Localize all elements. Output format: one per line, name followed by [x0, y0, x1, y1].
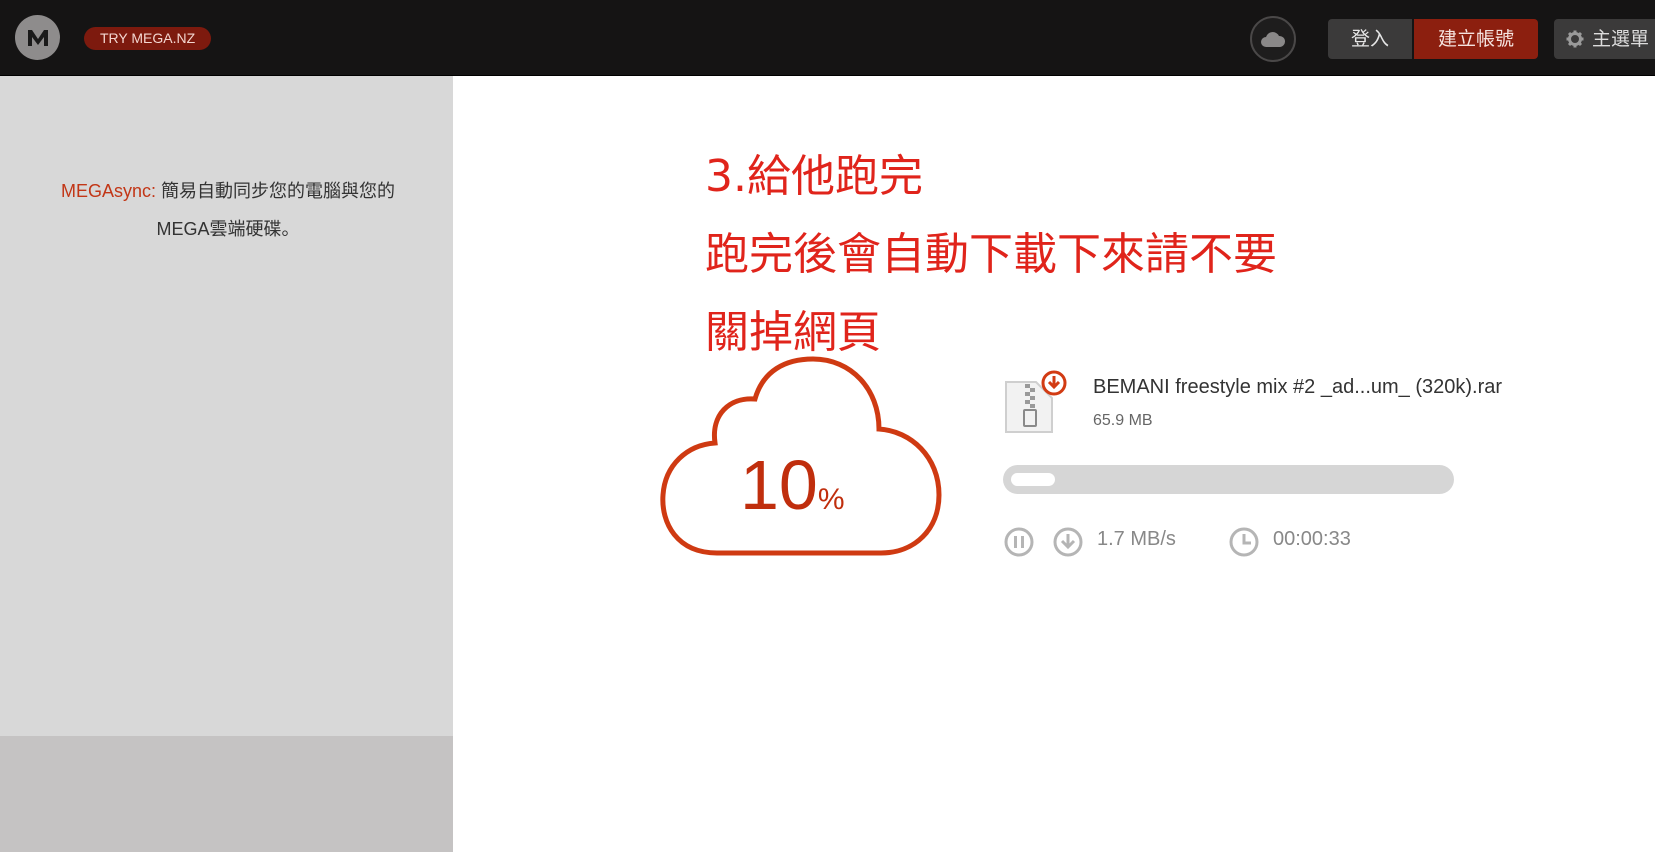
- download-badge-icon: [1041, 370, 1067, 396]
- annotation-line1: 3.給他跑完: [705, 151, 923, 202]
- progress-bar-fill: [1011, 473, 1055, 486]
- clock-icon: [1229, 527, 1259, 557]
- sidebar-footer: [0, 736, 453, 852]
- login-button[interactable]: 登入: [1328, 19, 1412, 59]
- mega-logo-icon[interactable]: [15, 15, 60, 60]
- annotation-line2: 跑完後會自動下載下來請不要: [705, 229, 1277, 280]
- file-name: BEMANI freestyle mix #2 _ad...um_ (320k)…: [1093, 376, 1503, 398]
- create-account-button[interactable]: 建立帳號: [1414, 19, 1538, 59]
- download-icon: [1053, 527, 1083, 557]
- promo-text-line2: MEGA雲端硬碟。: [156, 219, 300, 239]
- pause-icon[interactable]: [1003, 526, 1035, 558]
- cloud-icon: [1261, 32, 1286, 47]
- top-bar: TRY MEGA.NZ 登入 建立帳號 主選單: [0, 0, 1655, 76]
- promo-text-line1: 簡易自動同步您的電腦與您的: [161, 181, 396, 201]
- file-size: 65.9 MB: [1093, 412, 1153, 429]
- progress-bar: [1003, 465, 1454, 494]
- percent-value: 10: [740, 446, 818, 524]
- main-menu-button[interactable]: 主選單: [1554, 19, 1655, 59]
- promo-brand: MEGAsync:: [60, 181, 156, 201]
- gear-icon: [1566, 30, 1584, 48]
- time-remaining: 00:00:33: [1273, 528, 1351, 550]
- main-menu-label: 主選單: [1592, 28, 1650, 50]
- try-mega-badge[interactable]: TRY MEGA.NZ: [84, 27, 212, 50]
- cloud-drive-button[interactable]: [1250, 16, 1296, 62]
- download-percent: 10%: [740, 445, 845, 525]
- zip-file-icon: [1005, 370, 1067, 433]
- handwritten-annotation: 3.給他跑完 跑完後會自動下載下來請不要 關掉網頁: [705, 138, 1277, 372]
- download-speed: 1.7 MB/s: [1097, 528, 1176, 550]
- percent-symbol: %: [817, 483, 845, 516]
- megasync-promo[interactable]: MEGAsync: 簡易自動同步您的電腦與您的 MEGA雲端硬碟。: [28, 172, 428, 248]
